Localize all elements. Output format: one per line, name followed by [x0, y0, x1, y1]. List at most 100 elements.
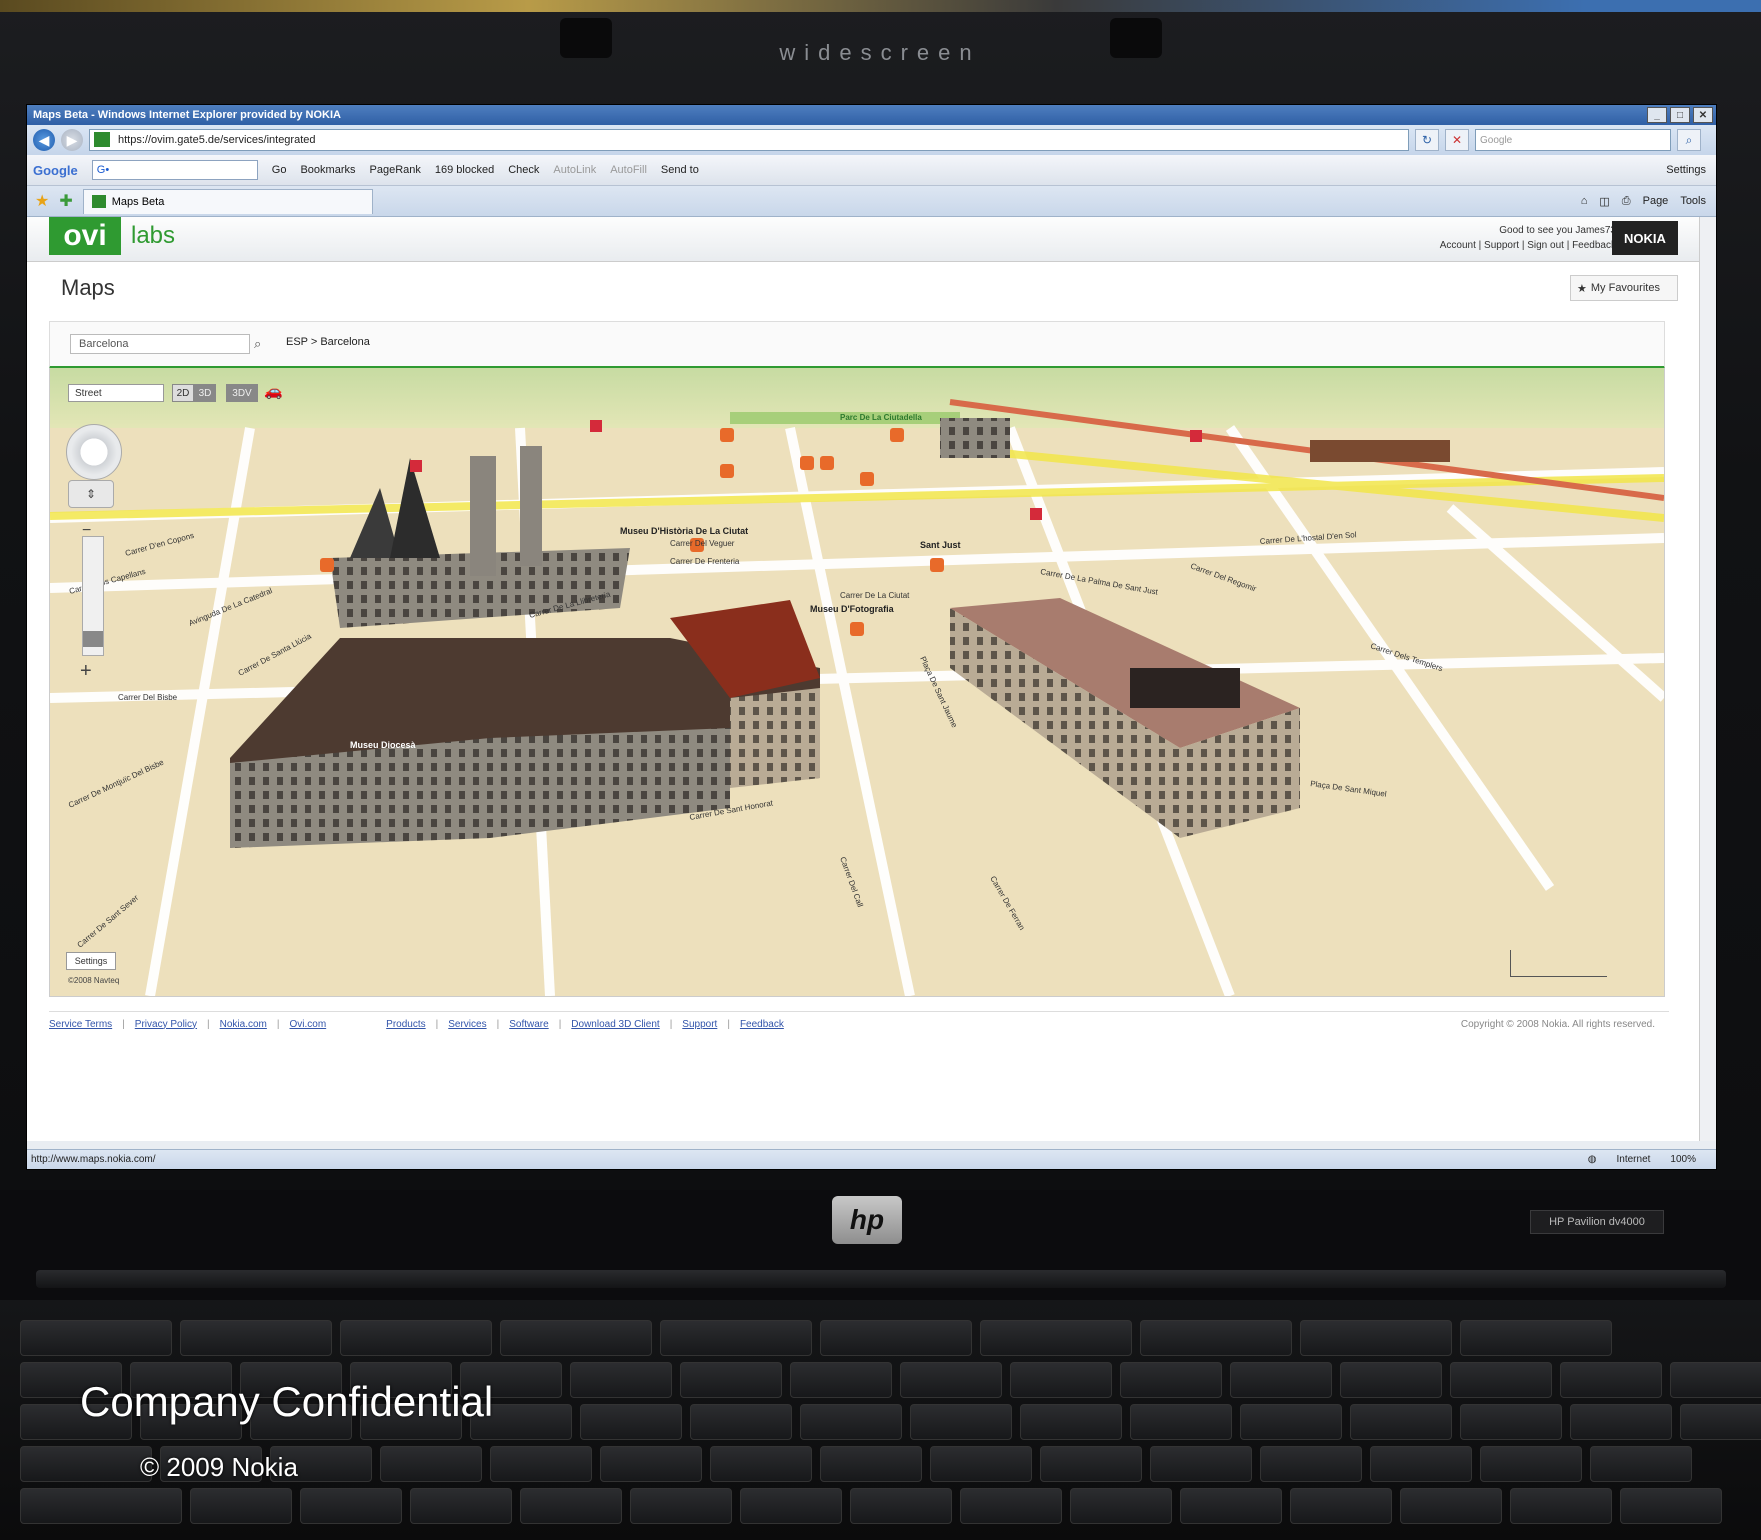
status-url: http://www.maps.nokia.com/: [31, 1154, 156, 1165]
zoom-in-icon[interactable]: +: [80, 660, 92, 683]
autofill-button[interactable]: AutoFill: [610, 164, 647, 176]
minimize-button[interactable]: _: [1647, 107, 1667, 123]
tab-maps-beta[interactable]: Maps Beta: [82, 188, 373, 214]
vertical-scrollbar[interactable]: [1699, 217, 1716, 1141]
widescreen-label: widescreen: [779, 40, 981, 65]
star-icon: ★: [1577, 282, 1587, 295]
labs-logo: labs: [131, 222, 176, 249]
refresh-icon[interactable]: ↻: [1415, 129, 1439, 151]
tools-menu[interactable]: Tools: [1680, 195, 1706, 208]
site-favicon-icon: [94, 132, 110, 147]
account-link[interactable]: Account: [1440, 240, 1476, 251]
command-bar: ⌂ ◫ ⎙ Page Tools: [1581, 195, 1716, 208]
sendto-button[interactable]: Send to: [661, 164, 699, 176]
map-view-select-value: Street: [75, 387, 102, 399]
favorites-star-icon[interactable]: ★: [35, 191, 49, 211]
mode-2d-button[interactable]: 2D: [172, 384, 194, 402]
background-strip: [0, 0, 1761, 12]
bookmarks-button[interactable]: Bookmarks: [300, 164, 355, 176]
ovi-logo[interactable]: ovi: [49, 217, 121, 255]
feeds-icon[interactable]: ◫: [1599, 195, 1609, 208]
compass-rotate-control[interactable]: [66, 424, 122, 480]
lid-latch-left: [560, 18, 612, 58]
footer-link-service-terms[interactable]: Service Terms: [49, 1019, 112, 1030]
maximize-button[interactable]: □: [1670, 107, 1690, 123]
google-search-input[interactable]: G•: [91, 160, 258, 180]
url-input[interactable]: https://ovim.gate5.de/services/integrate…: [89, 129, 1409, 151]
page-menu[interactable]: Page: [1643, 195, 1669, 208]
map-search-row: Barcelona ⌕ ESP > Barcelona: [49, 321, 1665, 369]
status-bar: http://www.maps.nokia.com/ ◍ Internet 10…: [27, 1149, 1716, 1169]
map-3d-scene[interactable]: Parc De La Ciutadella Museu D'Història D…: [50, 368, 1664, 996]
window-titlebar: Maps Beta - Windows Internet Explorer pr…: [27, 105, 1716, 125]
label-sant-just: Sant Just: [920, 540, 961, 550]
mode-3d-button[interactable]: 3D: [194, 384, 216, 402]
zoom-slider-thumb[interactable]: [83, 631, 103, 647]
signout-link[interactable]: Sign out: [1527, 240, 1564, 251]
page-title: Maps: [61, 275, 115, 300]
my-favourites-button[interactable]: ★ My Favourites: [1570, 275, 1678, 301]
footer-link-support[interactable]: Support: [682, 1019, 717, 1030]
mode-3dv-button[interactable]: 3DV: [226, 384, 258, 402]
map-view-select[interactable]: Street: [68, 384, 164, 402]
label-parc: Parc De La Ciutadella: [840, 413, 922, 422]
car-icon[interactable]: 🚗: [264, 382, 283, 400]
key-row: [20, 1488, 1722, 1524]
toolbar-settings-button[interactable]: Settings: [1666, 164, 1716, 176]
forward-button[interactable]: ▶: [61, 129, 83, 151]
footer-link-download[interactable]: Download 3D Client: [571, 1019, 659, 1030]
laptop-hinge: [36, 1270, 1726, 1288]
location-search-input[interactable]: Barcelona: [70, 334, 250, 354]
footer-link-products[interactable]: Products: [386, 1019, 425, 1030]
map-view[interactable]: Parc De La Ciutadella Museu D'Història D…: [49, 368, 1665, 997]
label-carrer-bisbe: Carrer Del Bisbe: [118, 693, 178, 702]
footer-link-ovi[interactable]: Ovi.com: [290, 1019, 327, 1030]
globe-icon: ◍: [1587, 1154, 1597, 1165]
account-links: Account | Support | Sign out | Feedback: [1439, 240, 1616, 251]
stop-icon[interactable]: ✕: [1445, 129, 1469, 151]
pagerank-indicator[interactable]: PageRank: [370, 164, 421, 176]
confidential-watermark: Company Confidential: [80, 1378, 494, 1425]
footer-link-software[interactable]: Software: [509, 1019, 548, 1030]
label-museu-historia: Museu D'Història De La Ciutat: [620, 526, 748, 536]
lid-latch-right: [1110, 18, 1162, 58]
label-carrer-frenteria: Carrer De Frenteria: [670, 557, 740, 566]
go-button[interactable]: Go: [272, 164, 287, 176]
footer-link-services[interactable]: Services: [448, 1019, 486, 1030]
zoom-level[interactable]: 100%: [1670, 1154, 1696, 1165]
my-favourites-label: My Favourites: [1590, 282, 1660, 294]
print-icon[interactable]: ⎙: [1622, 195, 1631, 208]
footer-copyright: Copyright © 2008 Nokia. All rights reser…: [1460, 1018, 1655, 1030]
security-zone: Internet: [1616, 1154, 1651, 1165]
popup-blocked-button[interactable]: 169 blocked: [435, 164, 494, 176]
url-text: https://ovim.gate5.de/services/integrate…: [118, 134, 316, 146]
footer-link-feedback[interactable]: Feedback: [740, 1019, 784, 1030]
page-footer: Service Terms | Privacy Policy | Nokia.com…: [49, 1011, 1669, 1036]
search-icon[interactable]: ⌕: [1677, 129, 1701, 151]
check-button[interactable]: Check: [508, 164, 539, 176]
search-icon[interactable]: ⌕: [254, 336, 261, 352]
feedback-link[interactable]: Feedback: [1572, 240, 1616, 251]
laptop-lid: widescreen Maps Beta - Windows Internet …: [0, 0, 1761, 1244]
address-bar: ◀ ▶ https://ovim.gate5.de/services/integ…: [27, 125, 1716, 155]
ovi-header: ovi labs Good to see you James73 Account…: [27, 217, 1716, 262]
greeting: Good to see you James73: [1499, 225, 1616, 236]
footer-link-nokia[interactable]: Nokia.com: [220, 1019, 267, 1030]
label-carrer-ciutat: Carrer De La Ciutat: [840, 591, 910, 600]
nokia-logo[interactable]: NOKIA: [1612, 221, 1678, 255]
home-icon[interactable]: ⌂: [1581, 195, 1588, 208]
google-logo: Google: [33, 162, 78, 178]
footer-link-privacy[interactable]: Privacy Policy: [135, 1019, 197, 1030]
tab-title: Maps Beta: [111, 195, 165, 208]
add-favorites-icon[interactable]: ✚: [59, 191, 72, 211]
support-link[interactable]: Support: [1484, 240, 1519, 251]
back-button[interactable]: ◀: [33, 129, 55, 151]
close-button[interactable]: ✕: [1693, 107, 1713, 123]
zoom-slider[interactable]: [82, 536, 104, 656]
label-carrer-veguer: Carrer Del Veguer: [670, 539, 735, 548]
scale-bar: [1510, 950, 1607, 977]
tilt-control[interactable]: ⇕: [68, 480, 114, 508]
map-settings-button[interactable]: Settings: [66, 952, 116, 970]
autolink-button[interactable]: AutoLink: [553, 164, 596, 176]
browser-search-input[interactable]: Google: [1475, 129, 1671, 151]
